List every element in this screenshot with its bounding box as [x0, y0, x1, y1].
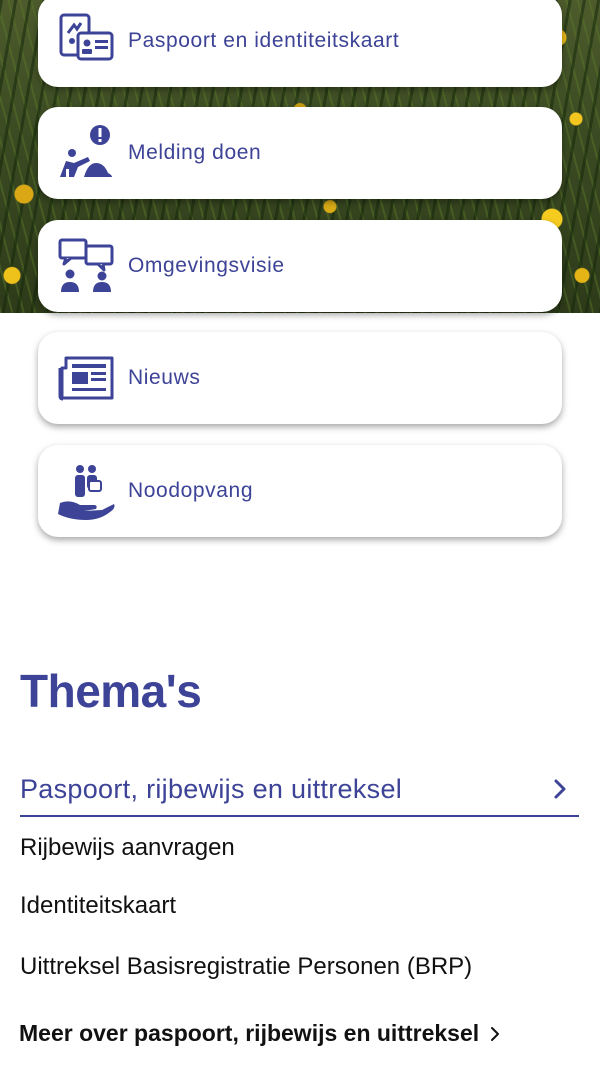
emergency-shelter-hands-icon	[58, 465, 115, 520]
tile-label: Omgevingsvisie	[128, 254, 285, 277]
more-about-passport-link[interactable]: Meer over paspoort, rijbewijs en uittrek…	[19, 1020, 503, 1047]
theme-link-driving-license[interactable]: Rijbewijs aanvragen	[20, 834, 235, 862]
tile-label: Noodopvang	[128, 479, 254, 502]
newspaper-icon	[58, 356, 114, 401]
tile-news[interactable]: Nieuws	[38, 332, 562, 424]
theme-accordion-passport[interactable]: Paspoort, rijbewijs en uittreksel	[20, 763, 579, 817]
tile-label: Nieuws	[128, 366, 201, 389]
chevron-right-icon	[554, 779, 566, 799]
theme-accordion-label: Paspoort, rijbewijs en uittreksel	[20, 773, 403, 804]
tile-environmental-vision[interactable]: Omgevingsvisie	[38, 220, 562, 312]
people-speech-bubbles-icon	[58, 238, 114, 292]
tile-label: Paspoort en identiteitskaart	[128, 29, 400, 52]
theme-link-brp-extract[interactable]: Uittreksel Basisregistratie Personen (BR…	[20, 953, 472, 981]
theme-link-identity-card[interactable]: Identiteitskaart	[20, 892, 176, 920]
chevron-right-icon	[491, 1026, 500, 1041]
passport-id-card-icon	[59, 13, 114, 61]
more-link-label: Meer over paspoort, rijbewijs en uittrek…	[19, 1020, 480, 1046]
themes-heading: Thema's	[20, 665, 202, 717]
tile-emergency-shelter[interactable]: Noodopvang	[38, 445, 562, 537]
report-incident-icon	[60, 125, 112, 177]
tile-report[interactable]: Melding doen	[38, 107, 562, 199]
tile-passport[interactable]: Paspoort en identiteitskaart	[38, 0, 562, 87]
tile-label: Melding doen	[128, 141, 262, 164]
